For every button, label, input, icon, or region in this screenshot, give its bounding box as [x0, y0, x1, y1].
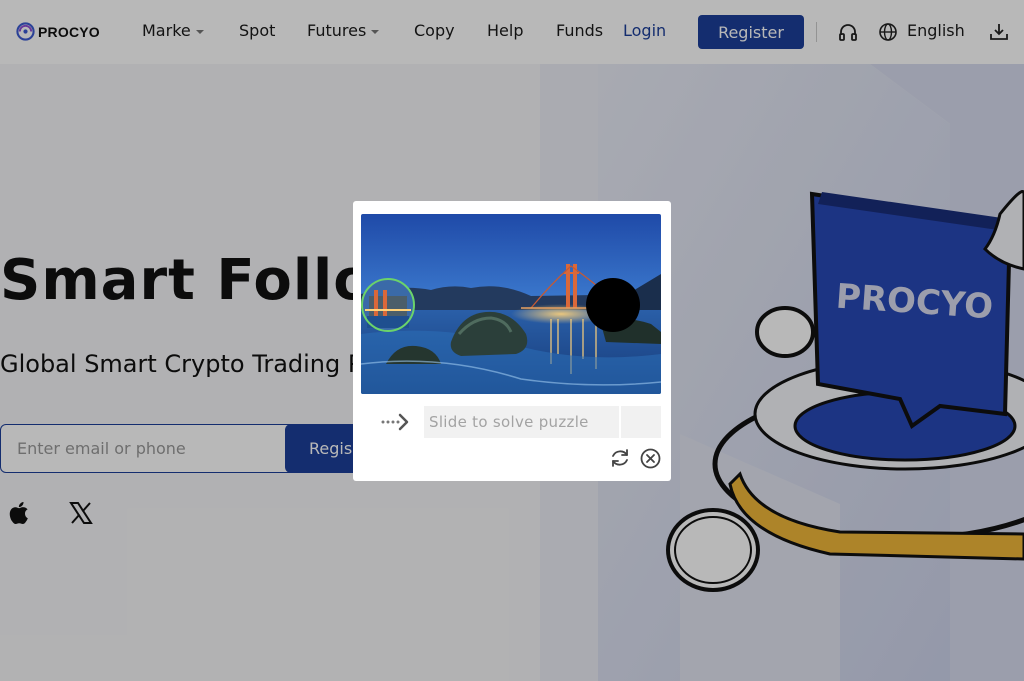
refresh-icon[interactable]: [609, 447, 631, 469]
slider-track-divider: [619, 406, 621, 438]
slide-arrow-icon[interactable]: [380, 411, 412, 433]
close-icon[interactable]: [640, 448, 661, 469]
puzzle-image: [361, 214, 661, 394]
puzzle-piece[interactable]: [361, 278, 415, 332]
slider-hint-text: Slide to solve puzzle: [429, 413, 589, 431]
captcha-modal: Slide to solve puzzle: [353, 201, 671, 481]
